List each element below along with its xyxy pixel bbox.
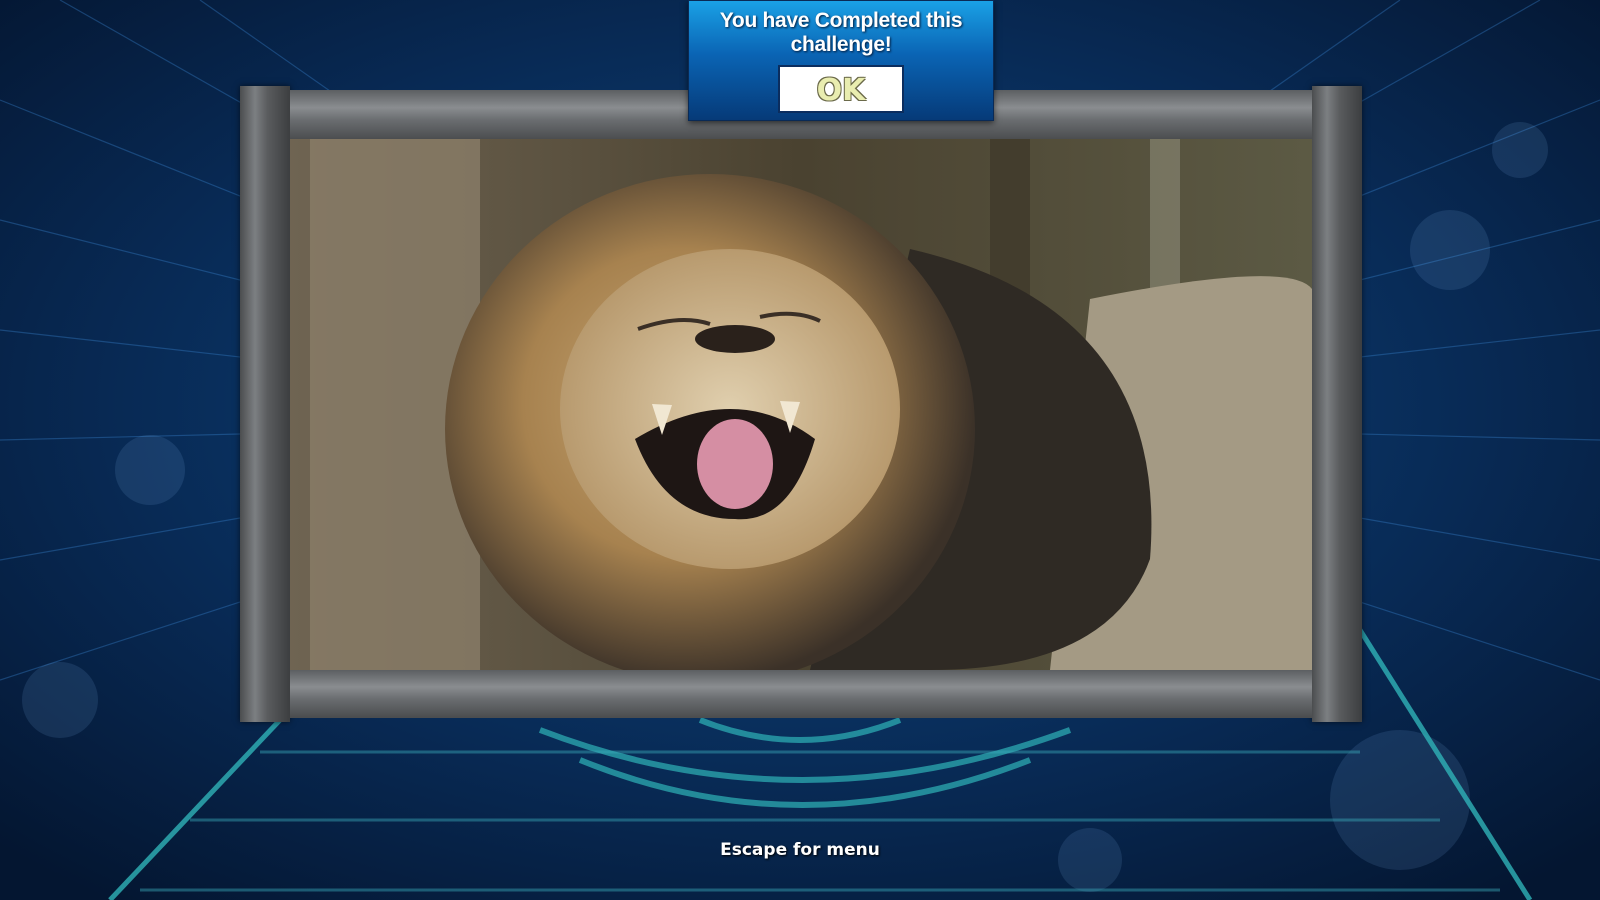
completion-message: You have Completed this challenge! xyxy=(719,9,963,56)
frame-post-left xyxy=(240,86,290,722)
frame-rail-bottom xyxy=(290,670,1312,718)
challenge-complete-dialog: You have Completed this challenge! OK xyxy=(688,0,994,121)
ok-button[interactable]: OK xyxy=(778,65,904,113)
lion-photo xyxy=(290,139,1312,670)
completed-puzzle-image xyxy=(290,139,1312,670)
escape-menu-hint: Escape for menu xyxy=(720,840,880,860)
frame-post-right xyxy=(1312,86,1362,722)
